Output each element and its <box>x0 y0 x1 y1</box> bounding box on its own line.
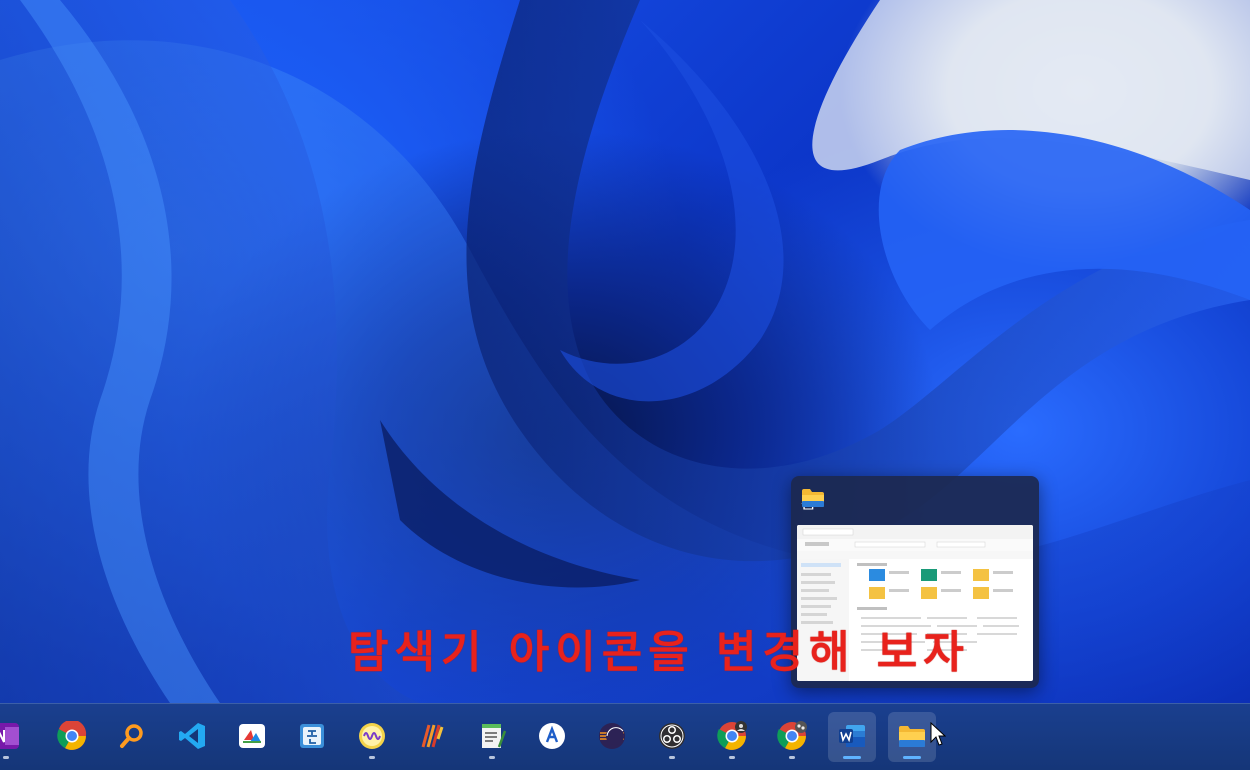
taskbar-item-hangul[interactable] <box>288 712 336 762</box>
file-explorer-icon <box>899 726 925 747</box>
wallpaper-swirl <box>0 0 1250 703</box>
taskbar-item-app[interactable] <box>228 712 276 762</box>
onenote-icon <box>0 723 19 749</box>
chrome-profile-icon <box>777 721 807 750</box>
taskbar-item-search[interactable] <box>108 712 156 762</box>
taskbar-item-file-explorer[interactable] <box>888 712 936 762</box>
annotation-caption: 탐색기 아이콘을 변경해 보자 <box>348 627 970 678</box>
stripes-icon <box>421 724 444 748</box>
hangul-icon <box>300 724 324 748</box>
chrome-icon <box>57 721 87 750</box>
taskbar-item-notepad[interactable] <box>468 712 516 762</box>
taskbar-item-chrome-profile-2[interactable] <box>768 712 816 762</box>
taskbar-item-vscode[interactable] <box>168 712 216 762</box>
folder-icon <box>802 489 824 507</box>
taskbar-item-editor[interactable] <box>528 712 576 762</box>
search-icon <box>120 724 143 748</box>
chrome-profile-icon <box>717 721 747 750</box>
taskbar-item-eclipse[interactable] <box>588 712 636 762</box>
app-icon <box>239 724 265 748</box>
vscode-icon <box>179 723 205 749</box>
editor-icon <box>539 723 565 749</box>
preview-header: 홈 <box>801 488 824 514</box>
taskbar-item-onenote[interactable] <box>0 712 30 762</box>
audio-icon <box>359 723 385 749</box>
notepad-icon <box>482 724 507 748</box>
taskbar-item-chrome-profile-1[interactable] <box>708 712 756 762</box>
obs-icon <box>659 723 685 749</box>
taskbar-item-audio[interactable] <box>348 712 396 762</box>
mouse-cursor-icon <box>930 722 946 746</box>
taskbar-item-obs[interactable] <box>648 712 696 762</box>
desktop-wallpaper: 홈 <box>0 0 1250 703</box>
word-icon <box>839 725 865 747</box>
taskbar-item-word[interactable] <box>828 712 876 762</box>
taskbar <box>0 703 1250 770</box>
taskbar-item-stripes[interactable] <box>408 712 456 762</box>
eclipse-icon <box>599 723 625 749</box>
taskbar-item-chrome[interactable] <box>48 712 96 762</box>
